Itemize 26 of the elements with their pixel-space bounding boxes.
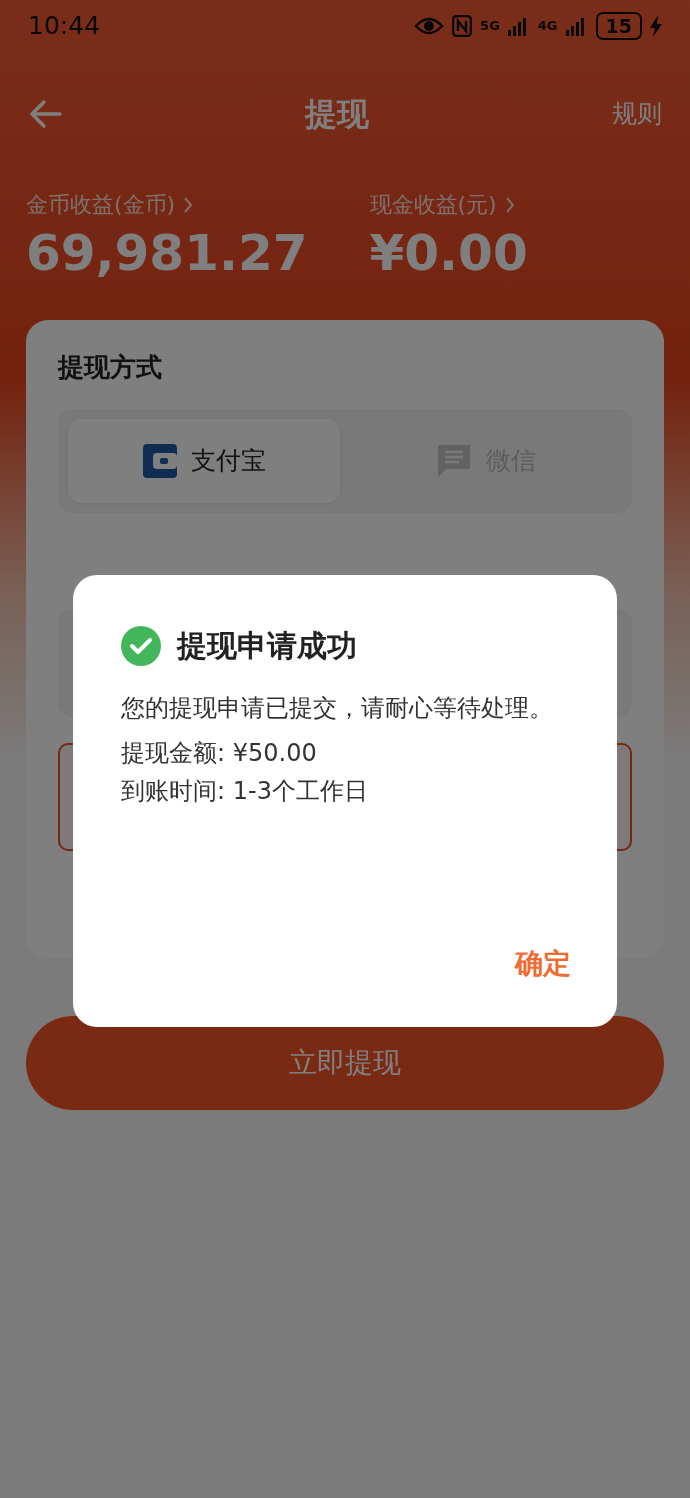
chevron-icon[interactable]	[504, 195, 515, 214]
method-tab[interactable]: 支付宝	[68, 419, 340, 503]
wallet-icon	[142, 444, 177, 478]
dialog-title: 提现申请成功	[177, 627, 357, 665]
withdraw-button[interactable]: 立即提现	[26, 1016, 664, 1110]
chevron-icon[interactable]	[183, 195, 194, 214]
balance-amount: ¥0.00	[369, 223, 528, 284]
detail-line: 到账时间: 1-3个工作日	[121, 776, 369, 807]
network-type: 4G	[537, 17, 558, 36]
dialog-message: 您的提现申请已提交，请耐心等待处理。	[121, 693, 554, 724]
balance-label: 金币收益(金币)	[26, 191, 176, 219]
network-type: 5G	[480, 17, 500, 36]
page-title: 提现	[305, 94, 369, 135]
battery-level: 15	[595, 12, 642, 40]
confirm-button[interactable]: 确定	[515, 943, 571, 985]
balance-amount: 69,981.27	[26, 223, 308, 284]
clock-time: 10:44	[28, 10, 101, 43]
charging-icon	[650, 15, 662, 37]
success-icon	[121, 625, 161, 666]
back-icon[interactable]	[28, 99, 62, 129]
balance-label: 现金收益(元)	[369, 191, 497, 219]
eye-icon	[414, 16, 445, 36]
detail-line: 提现金额: ¥50.00	[121, 737, 318, 769]
nfc-icon	[452, 15, 473, 37]
rules-link[interactable]: 规则	[612, 95, 662, 133]
section-title: 提现方式	[58, 351, 163, 384]
